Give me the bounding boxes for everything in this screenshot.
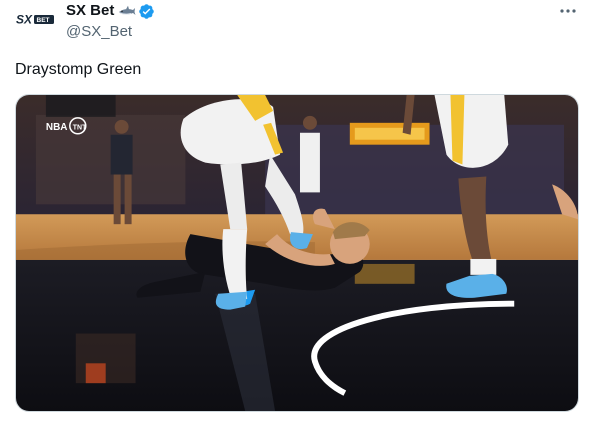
tweet-text: Draystomp Green — [15, 61, 142, 78]
svg-text:S: S — [16, 12, 24, 26]
author-handle[interactable]: @SX_Bet — [66, 23, 155, 41]
shark-emoji-icon — [119, 5, 136, 15]
verified-badge-icon — [139, 3, 155, 19]
svg-text:TNT: TNT — [73, 124, 87, 131]
author-avatar[interactable]: S X BET — [15, 4, 55, 33]
tweet-media[interactable]: NBA TNT — [15, 94, 579, 412]
svg-text:BET: BET — [37, 17, 50, 24]
tweet-card: S X BET SX Bet @SX_Bet Draystomp Green N… — [0, 0, 594, 427]
svg-text:X: X — [23, 12, 33, 26]
svg-text:NBA: NBA — [46, 122, 68, 133]
sx-bet-logo: S X BET — [16, 12, 54, 26]
author-display-name[interactable]: SX Bet — [66, 2, 114, 20]
media-image: NBA TNT — [16, 95, 578, 411]
name-row: SX Bet — [66, 2, 155, 20]
more-dots-glyph — [560, 9, 576, 13]
tweet-header: SX Bet @SX_Bet — [66, 2, 155, 41]
more-options-icon[interactable] — [558, 3, 578, 19]
